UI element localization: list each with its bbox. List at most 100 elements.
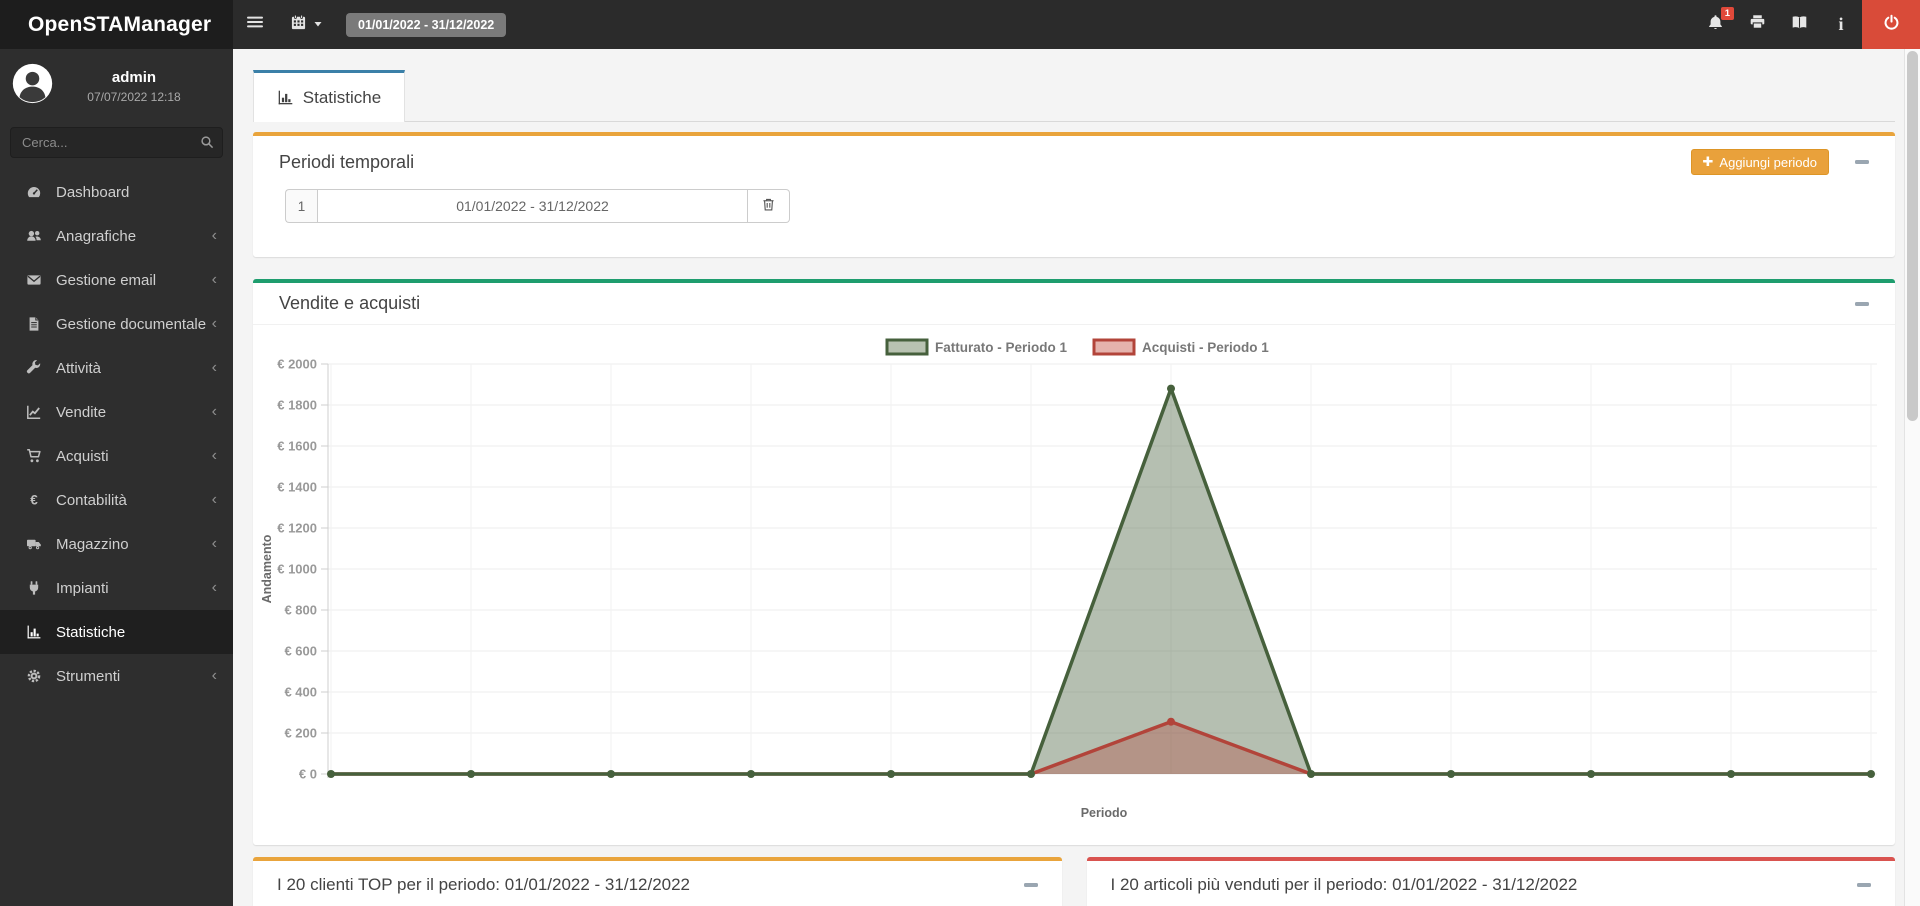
main-content: Statistiche Periodi temporali ✚ Aggiungi…: [233, 49, 1920, 906]
chartline-icon: [26, 404, 46, 420]
users-icon: [26, 228, 46, 244]
search-input[interactable]: [10, 127, 223, 158]
svg-text:€ 1800: € 1800: [277, 398, 317, 413]
chevron-left-icon: ‹: [212, 272, 217, 288]
page-scrollbar[interactable]: [1904, 49, 1920, 906]
sidebar-item-acquisti[interactable]: Acquisti‹: [0, 434, 233, 478]
svg-text:€ 600: € 600: [284, 644, 317, 659]
cart-icon: [26, 448, 46, 464]
add-period-button[interactable]: ✚ Aggiungi periodo: [1691, 149, 1829, 175]
chevron-left-icon: ‹: [212, 360, 217, 376]
calendar-icon: [290, 14, 307, 36]
topbar: OpenSTAManager 01/01/2022 - 31/12/2022 1: [0, 0, 1920, 49]
svg-text:€ 1400: € 1400: [277, 480, 317, 495]
sidebar-item-dashboard[interactable]: Dashboard: [0, 170, 233, 214]
user-panel: admin 07/07/2022 12:18: [0, 49, 233, 119]
power-icon: [1883, 14, 1900, 36]
sales-card: Vendite e acquisti € 0 € 200 € 400 € 600 € 8…: [253, 279, 1895, 845]
top-clients-card: I 20 clienti TOP per il periodo: 01/01/2…: [253, 857, 1062, 906]
logout-button[interactable]: [1862, 0, 1920, 49]
barchart-icon: [26, 624, 46, 640]
delete-period-button[interactable]: [748, 189, 790, 223]
collapse-top-clients-button[interactable]: [1024, 883, 1038, 887]
svg-text:Andamento: Andamento: [260, 534, 274, 603]
chevron-left-icon: ‹: [212, 228, 217, 244]
user-name: admin: [53, 69, 215, 86]
sidebar-item-vendite[interactable]: Vendite‹: [0, 390, 233, 434]
periods-card-title: Periodi temporali: [279, 152, 414, 173]
svg-text:Periodo: Periodo: [1081, 806, 1128, 820]
svg-text:Fatturato - Periodo 1: Fatturato - Periodo 1: [935, 340, 1067, 355]
sales-chart-svg: € 0 € 200 € 400 € 600 € 800 € 1000 € 1200 € 140…: [253, 325, 1895, 845]
chevron-left-icon: ‹: [212, 404, 217, 420]
topbar-date-range[interactable]: 01/01/2022 - 31/12/2022: [346, 13, 506, 37]
tab-label: Statistiche: [303, 88, 381, 108]
openstamanager-app: OpenSTAManager 01/01/2022 - 31/12/2022 1: [0, 0, 1920, 906]
sidebar-toggle-button[interactable]: [233, 0, 277, 49]
chevron-left-icon: ‹: [212, 580, 217, 596]
top-articles-title: I 20 articoli più venduti per il periodo…: [1111, 875, 1578, 895]
svg-text:Acquisti - Periodo 1: Acquisti - Periodo 1: [1142, 340, 1269, 355]
svg-text:€ 800: € 800: [284, 603, 317, 618]
scrollbar-thumb[interactable]: [1907, 51, 1918, 421]
svg-text:€ 2000: € 2000: [277, 357, 317, 372]
info-button[interactable]: i: [1820, 0, 1862, 49]
svg-text:€ 0: € 0: [299, 767, 317, 782]
plug-icon: [26, 580, 46, 596]
period-range-input[interactable]: [317, 189, 748, 223]
sidebar-item-impianti[interactable]: Impianti‹: [0, 566, 233, 610]
chevron-left-icon: ‹: [212, 448, 217, 464]
printer-icon: [1749, 14, 1766, 36]
sidebar-menu: DashboardAnagrafiche‹Gestione email‹Gest…: [0, 170, 233, 698]
search-icon[interactable]: [200, 135, 214, 154]
bar-chart-icon: [277, 89, 294, 106]
sidebar-item-statistiche[interactable]: Statistiche: [0, 610, 233, 654]
collapse-periods-button[interactable]: [1855, 160, 1869, 164]
caret-down-icon: [313, 16, 323, 34]
chevron-left-icon: ‹: [212, 492, 217, 508]
notification-badge: 1: [1721, 7, 1734, 20]
svg-text:€ 1200: € 1200: [277, 521, 317, 536]
top-articles-card: I 20 articoli più venduti per il periodo…: [1087, 857, 1896, 906]
svg-text:€ 400: € 400: [284, 685, 317, 700]
dashboard-icon: [26, 184, 46, 200]
envelope-icon: [26, 272, 46, 288]
sidebar-item-strumenti[interactable]: Strumenti‹: [0, 654, 233, 698]
wrench-icon: [26, 360, 46, 376]
collapse-sales-button[interactable]: [1855, 302, 1869, 306]
plus-icon: ✚: [1703, 154, 1714, 170]
document-icon: [26, 316, 46, 332]
notifications-button[interactable]: 1: [1694, 0, 1736, 49]
tab-statistiche[interactable]: Statistiche: [253, 70, 405, 122]
brand-logo[interactable]: OpenSTAManager: [0, 0, 233, 49]
hamburger-icon: [246, 14, 264, 35]
print-button[interactable]: [1736, 0, 1778, 49]
info-icon: i: [1838, 14, 1843, 35]
sidebar-item-gestione-email[interactable]: Gestione email‹: [0, 258, 233, 302]
sidebar: admin 07/07/2022 12:18 DashboardAnagrafi…: [0, 49, 233, 906]
chevron-left-icon: ‹: [212, 668, 217, 684]
sidebar-item-magazzino[interactable]: Magazzino‹: [0, 522, 233, 566]
docs-button[interactable]: [1778, 0, 1820, 49]
gear-icon: [26, 668, 46, 684]
avatar: [12, 63, 53, 109]
sidebar-item-contabilita[interactable]: €Contabilità‹: [0, 478, 233, 522]
chevron-left-icon: ‹: [212, 316, 217, 332]
trash-icon: [761, 197, 776, 215]
periods-card: Periodi temporali ✚ Aggiungi periodo 1: [253, 132, 1895, 257]
user-login-datetime: 07/07/2022 12:18: [53, 90, 215, 104]
sidebar-item-gestione-documentale[interactable]: Gestione documentale‹: [0, 302, 233, 346]
period-row: 1: [285, 189, 790, 223]
calendar-dropdown-button[interactable]: [277, 0, 336, 49]
svg-text:€ 1600: € 1600: [277, 439, 317, 454]
svg-text:€ 200: € 200: [284, 726, 317, 741]
svg-text:€ 1000: € 1000: [277, 562, 317, 577]
sales-chart: € 0 € 200 € 400 € 600 € 800 € 1000 € 1200 € 140…: [253, 325, 1895, 845]
collapse-top-articles-button[interactable]: [1857, 883, 1871, 887]
truck-icon: [26, 536, 46, 552]
sales-card-title: Vendite e acquisti: [279, 293, 420, 314]
sidebar-item-attivita[interactable]: Attività‹: [0, 346, 233, 390]
sidebar-item-anagrafiche[interactable]: Anagrafiche‹: [0, 214, 233, 258]
tabs-row: Statistiche: [253, 70, 1895, 122]
chevron-left-icon: ‹: [212, 536, 217, 552]
